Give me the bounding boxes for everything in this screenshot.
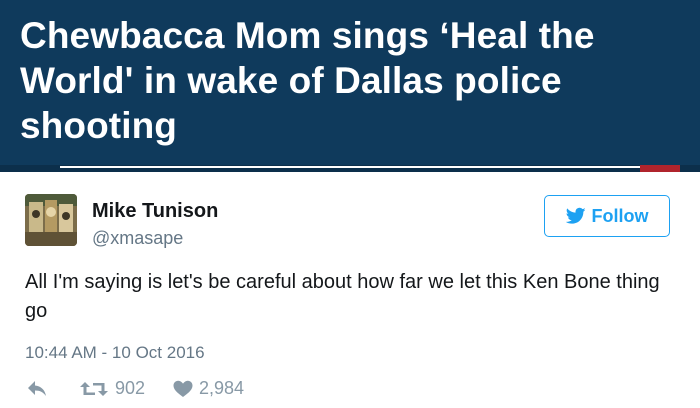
follow-label: Follow (591, 205, 649, 226)
tweet-timestamp[interactable]: 10:44 AM - 10 Oct 2016 (25, 343, 205, 363)
tweet-card: Mike Tunison @xmasape Follow All I'm say… (0, 172, 700, 408)
twitter-bird-icon (565, 207, 586, 224)
avatar-image (25, 194, 77, 246)
retweet-action[interactable]: 902 (79, 378, 145, 399)
headline-title: Chewbacca Mom sings ‘Heal the World' in … (20, 15, 595, 146)
headline-banner: Chewbacca Mom sings ‘Heal the World' in … (0, 0, 700, 172)
user-handle[interactable]: @xmasape (92, 228, 183, 249)
retweet-count: 902 (115, 378, 146, 398)
reply-icon (28, 381, 46, 396)
divider-stripe (60, 166, 660, 168)
like-action[interactable]: 2,984 (173, 378, 244, 399)
like-count: 2,984 (199, 378, 245, 398)
avatar[interactable] (25, 194, 77, 246)
user-name[interactable]: Mike Tunison (92, 200, 218, 223)
divider-accent (640, 165, 680, 172)
heart-icon (173, 380, 193, 397)
retweet-icon (80, 381, 108, 396)
headline-divider (0, 165, 700, 172)
tweet-actions: 902 2,984 (25, 378, 685, 402)
follow-button[interactable]: Follow (544, 195, 670, 237)
reply-action[interactable] (25, 378, 49, 398)
tweet-text: All I'm saying is let's be careful about… (25, 271, 660, 322)
